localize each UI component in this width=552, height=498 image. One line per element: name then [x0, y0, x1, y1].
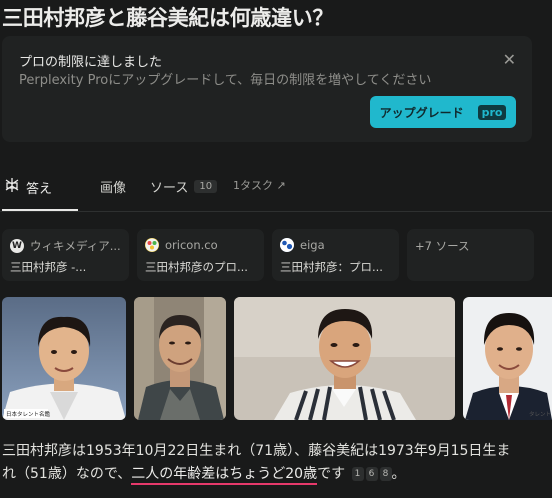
answer-text-segment: です [317, 466, 346, 482]
oricon-icon [145, 238, 159, 252]
tab-images[interactable]: 画像 [100, 177, 126, 196]
eiga-icon [280, 238, 294, 252]
answer-line: 三田村邦彦は1953年10月22日生まれ（71歳）、藤谷美紀は1973年9月15… [2, 443, 511, 459]
image-result-2[interactable] [134, 297, 226, 420]
image-caption: タレント [529, 412, 552, 418]
citation-badge[interactable]: 6 [365, 467, 378, 481]
perplexity-logo-icon [4, 177, 20, 197]
tab-sources-label: ソース [150, 181, 189, 196]
image-result-1[interactable]: 日本タレント名鑑 [2, 297, 126, 420]
source-card-eiga[interactable]: eiga 三田村邦彦：プロ... [272, 229, 399, 281]
pro-badge: pro [477, 104, 507, 120]
answer-text-segment: れ（51歳）なので、 [2, 466, 132, 482]
tab-answer-label: 答え [26, 181, 53, 197]
close-icon[interactable]: ✕ [503, 50, 516, 69]
banner-text: Perplexity Proにアップグレードして、毎日の制限を増やしてください [19, 73, 432, 88]
tab-images-label: 画像 [100, 181, 127, 196]
banner-title: プロの制限に達しました [19, 55, 163, 70]
source-title: 三田村邦彦 -... [10, 260, 87, 274]
source-card-oricon[interactable]: oricon.co 三田村邦彦のプロ... [137, 229, 264, 281]
citation-badge[interactable]: 1 [351, 467, 364, 481]
tab-answer[interactable]: 答え [4, 177, 52, 197]
upgrade-button-label: アップグレード [379, 105, 464, 120]
question-title: 三田村邦彦と藤谷美紀は何歳違い？ [2, 6, 334, 30]
limit-banner: プロの制限に達しました Perplexity Proにアップグレードして、毎日の… [2, 36, 532, 142]
answer-highlight: 二人の年齢差はちょうど20歳 [131, 466, 318, 485]
more-sources-card[interactable]: +7 ソース [407, 229, 534, 281]
source-card-wikipedia[interactable]: W ウィキメディア... 三田村邦彦 -... [2, 229, 129, 281]
source-site: eiga [300, 238, 325, 252]
citation-badge[interactable]: 8 [379, 467, 392, 481]
upgrade-button[interactable]: アップグレード pro [370, 96, 516, 128]
tabs-divider [0, 211, 552, 212]
image-caption: 日本タレント名鑑 [6, 412, 51, 418]
image-result-3[interactable] [234, 297, 455, 420]
sources-count-badge: 10 [194, 180, 218, 193]
more-sources-label: +7 ソース [415, 239, 470, 253]
image-result-4[interactable]: タレント [463, 297, 552, 420]
wikipedia-icon: W [10, 239, 24, 253]
answer-text-segment: 。 [391, 466, 406, 482]
source-site: ウィキメディア... [30, 239, 121, 253]
tab-bar: 答え 画像 ソース 10 1タスク ↗ [0, 172, 552, 212]
source-title: 三田村邦彦：プロ... [280, 260, 383, 274]
tab-tasks-label: 1タスク ↗ [233, 179, 286, 192]
tab-tasks[interactable]: 1タスク ↗ [233, 177, 286, 193]
answer-text: 三田村邦彦は1953年10月22日生まれ（71歳）、藤谷美紀は1973年9月15… [2, 440, 542, 486]
tab-sources[interactable]: ソース 10 [150, 177, 218, 196]
source-site: oricon.co [165, 238, 218, 252]
source-title: 三田村邦彦のプロ... [145, 260, 248, 274]
answer-line: れ（51歳）なので、二人の年齢差はちょうど20歳です 1 6 8。 [2, 463, 542, 486]
